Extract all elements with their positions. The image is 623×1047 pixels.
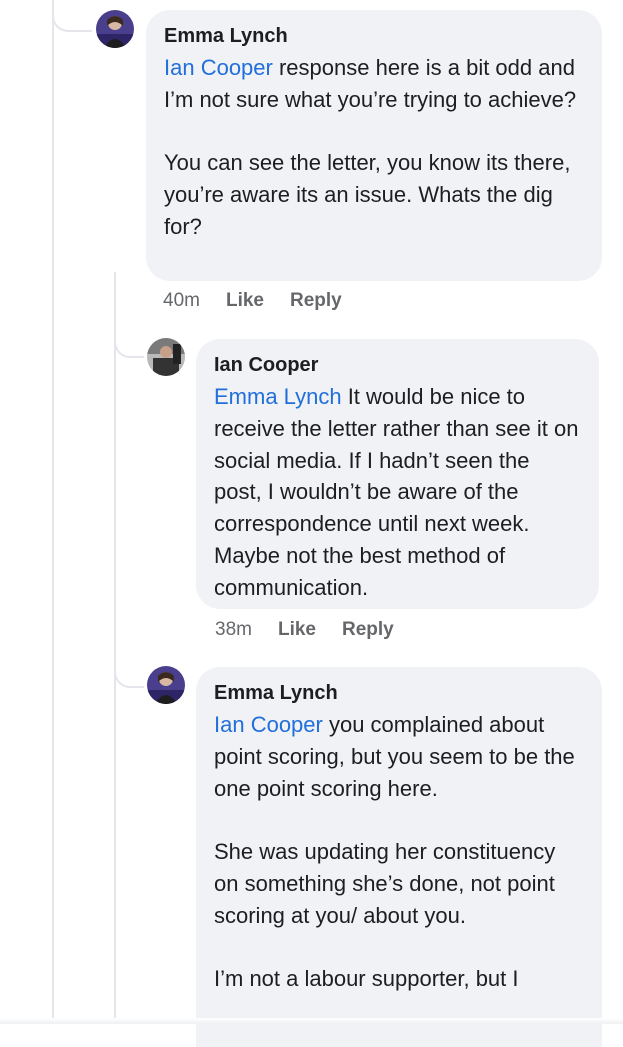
comment-actions: 40m Like Reply — [163, 290, 368, 312]
avatar-emma-icon — [147, 666, 185, 704]
bottom-edge — [0, 1018, 623, 1024]
comment-body: response here is a bit odd and I’m not s… — [164, 55, 577, 239]
comment-actions: 38m Like Reply — [215, 619, 420, 641]
like-button[interactable]: Like — [226, 290, 264, 312]
comment-text: Ian Cooper response here is a bit odd an… — [164, 52, 584, 243]
avatar[interactable] — [147, 338, 185, 376]
comment-author[interactable]: Ian Cooper — [214, 353, 581, 377]
like-button[interactable]: Like — [278, 619, 316, 641]
thread-connector-reply-1 — [114, 330, 144, 358]
reply-button[interactable]: Reply — [342, 619, 394, 641]
comment-text: Ian Cooper you complained about point sc… — [214, 709, 584, 995]
thread-connector-top — [52, 0, 92, 32]
comment-text: Emma Lynch It would be nice to receive t… — [214, 381, 581, 604]
reply-button[interactable]: Reply — [290, 290, 342, 312]
mention-link[interactable]: Ian Cooper — [164, 55, 273, 80]
mention-link[interactable]: Emma Lynch — [214, 384, 342, 409]
comment-bubble: Emma Lynch Ian Cooper response here is a… — [146, 10, 602, 281]
avatar-ian-icon — [147, 338, 185, 376]
avatar[interactable] — [96, 10, 134, 48]
comment-author[interactable]: Emma Lynch — [164, 24, 584, 48]
thread-line-outer — [52, 0, 54, 1024]
comment-timestamp[interactable]: 38m — [215, 619, 252, 641]
thread-line-inner — [114, 272, 116, 1024]
comment-bubble: Ian Cooper Emma Lynch It would be nice t… — [196, 339, 599, 609]
comment-timestamp[interactable]: 40m — [163, 290, 200, 312]
comment-author[interactable]: Emma Lynch — [214, 681, 584, 705]
comment-bubble: Emma Lynch Ian Cooper you complained abo… — [196, 667, 602, 1047]
avatar[interactable] — [147, 666, 185, 704]
comment-body: It would be nice to receive the letter r… — [214, 384, 585, 600]
avatar-emma-icon — [96, 10, 134, 48]
thread-connector-reply-2 — [114, 660, 144, 688]
mention-link[interactable]: Ian Cooper — [214, 712, 323, 737]
comment-body: you complained about point scoring, but … — [214, 712, 575, 992]
